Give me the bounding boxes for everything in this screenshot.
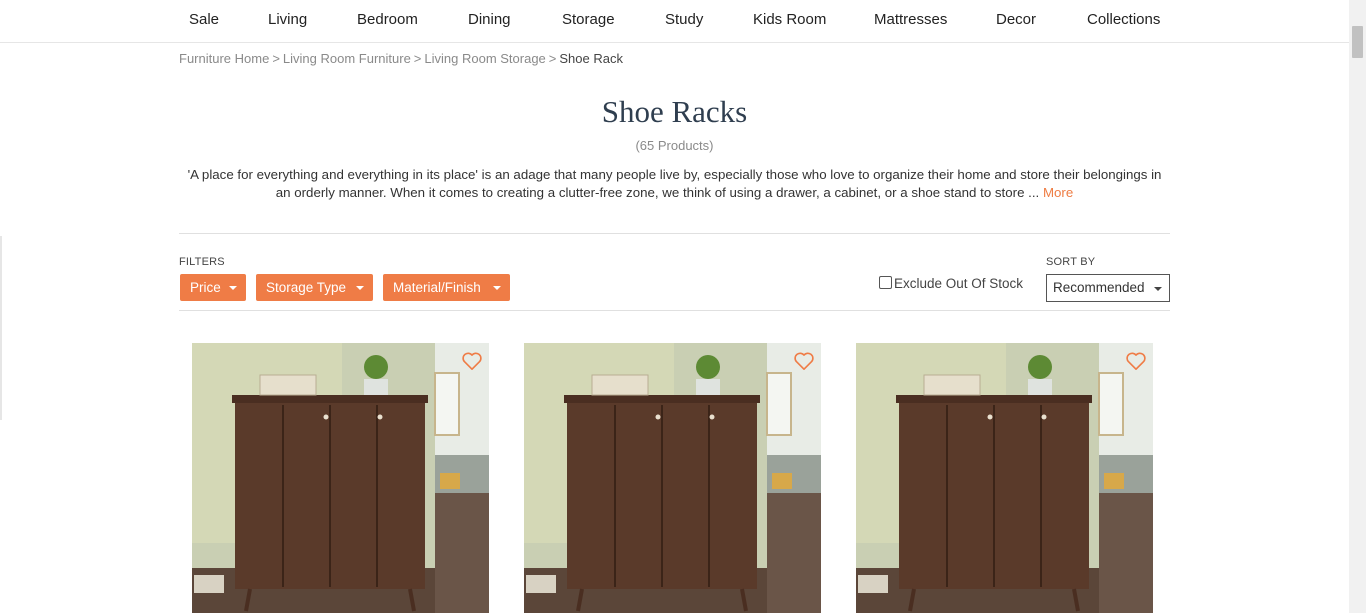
plant: [364, 355, 388, 379]
filter-material-finish-button[interactable]: Material/Finish: [383, 274, 510, 301]
plant-pot: [364, 379, 388, 395]
exclude-out-of-stock[interactable]: Exclude Out Of Stock: [879, 276, 1023, 291]
cushion: [1104, 473, 1124, 489]
nav-item-storage[interactable]: Storage: [562, 11, 615, 28]
description-line-1: 'A place for everything and everything i…: [187, 167, 1162, 182]
cabinet-top: [564, 395, 760, 403]
scrollbar[interactable]: [1349, 0, 1366, 613]
caret-down-icon: [229, 286, 237, 290]
filter-storage-type-label: Storage Type: [266, 280, 347, 295]
plant-pot: [696, 379, 720, 395]
heart-outline-icon[interactable]: [461, 351, 483, 371]
plant: [1028, 355, 1052, 379]
floor-right: [435, 493, 489, 613]
nav-item-dining[interactable]: Dining: [468, 11, 511, 28]
window: [434, 372, 460, 436]
breadcrumb-separator: >: [272, 51, 280, 66]
nav-item-study[interactable]: Study: [665, 11, 703, 28]
sort-selected-value: Recommended: [1053, 280, 1145, 295]
nav-item-sale[interactable]: Sale: [189, 11, 219, 28]
divider: [179, 310, 1170, 311]
sort-by-label: SORT BY: [1046, 256, 1096, 268]
cushion: [440, 473, 460, 489]
product-card[interactable]: [856, 343, 1153, 613]
breadcrumb: Furniture Home > Living Room Furniture > Liv…: [179, 51, 623, 66]
storage-box: [923, 374, 981, 396]
heart-outline-icon[interactable]: [793, 351, 815, 371]
floor-right: [767, 493, 821, 613]
filter-material-finish-label: Material/Finish: [393, 280, 481, 295]
window: [766, 372, 792, 436]
cushion: [772, 473, 792, 489]
product-card[interactable]: [192, 343, 489, 613]
cabinet-top: [896, 395, 1092, 403]
filter-price-button[interactable]: Price: [180, 274, 246, 301]
breadcrumb-living-room-furniture[interactable]: Living Room Furniture: [283, 51, 411, 66]
product-card[interactable]: [524, 343, 821, 613]
nav-item-mattresses[interactable]: Mattresses: [874, 11, 947, 28]
breadcrumb-separator: >: [548, 51, 557, 66]
scrollbar-thumb[interactable]: [1352, 26, 1363, 58]
product-image: [856, 343, 1153, 613]
filters-label: FILTERS: [179, 256, 225, 268]
filter-price-label: Price: [190, 280, 221, 295]
caret-down-icon: [356, 286, 364, 290]
storage-box: [259, 374, 317, 396]
exclude-out-of-stock-label: Exclude Out Of Stock: [894, 276, 1024, 291]
shoes: [526, 575, 556, 593]
knob: [323, 414, 329, 420]
breadcrumb-furniture-home[interactable]: Furniture Home: [179, 51, 269, 66]
breadcrumb-living-room-storage[interactable]: Living Room Storage: [424, 51, 545, 66]
divider: [179, 233, 1170, 234]
filter-storage-type-button[interactable]: Storage Type: [256, 274, 373, 301]
nav-item-decor[interactable]: Decor: [996, 11, 1036, 28]
knob: [377, 414, 383, 420]
plant: [696, 355, 720, 379]
cabinet-top: [232, 395, 428, 403]
nav-item-bedroom[interactable]: Bedroom: [357, 11, 418, 28]
page: Sale Living Bedroom Dining Storage Study…: [0, 0, 1366, 613]
knob: [709, 414, 715, 420]
product-image: [192, 343, 489, 613]
product-image: [524, 343, 821, 613]
breadcrumb-separator: >: [413, 51, 422, 66]
description-line-2: an orderly manner. When it comes to crea…: [275, 185, 1040, 200]
nav-item-collections[interactable]: Collections: [1087, 11, 1160, 28]
window: [1098, 372, 1124, 436]
category-description: 'A place for everything and everything i…: [179, 166, 1170, 202]
caret-down-icon: [493, 286, 501, 290]
page-title: Shoe Racks: [601, 94, 748, 129]
storage-box: [591, 374, 649, 396]
nav-item-living[interactable]: Living: [268, 11, 307, 28]
shoes: [858, 575, 888, 593]
floor-right: [1099, 493, 1153, 613]
knob: [987, 414, 993, 420]
side-tab-edge: [0, 236, 2, 420]
breadcrumb-current: Shoe Rack: [559, 51, 623, 66]
plant-pot: [1028, 379, 1052, 395]
more-link[interactable]: More: [1043, 185, 1073, 200]
caret-down-icon: [1154, 287, 1162, 291]
exclude-out-of-stock-checkbox[interactable]: [879, 276, 892, 289]
top-navigation: Sale Living Bedroom Dining Storage Study…: [0, 0, 1349, 43]
product-count: (65 Products): [635, 138, 714, 153]
nav-item-kids-room[interactable]: Kids Room: [753, 11, 826, 28]
sort-select[interactable]: Recommended: [1046, 274, 1170, 302]
shoes: [194, 575, 224, 593]
knob: [655, 414, 661, 420]
knob: [1041, 414, 1047, 420]
heart-outline-icon[interactable]: [1125, 351, 1147, 371]
